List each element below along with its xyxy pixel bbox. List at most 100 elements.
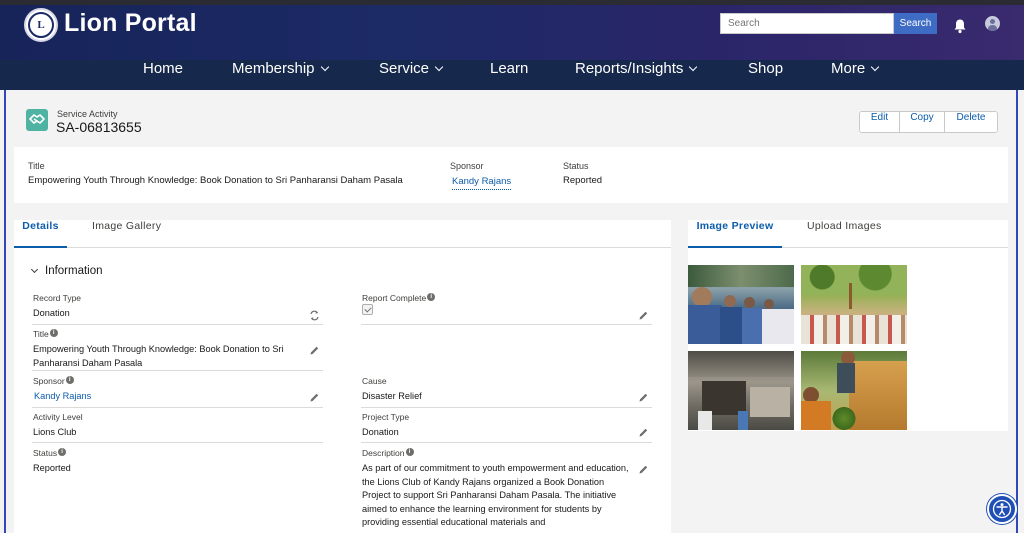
field-cause: Cause Disaster Relief <box>361 376 652 408</box>
pencil-icon[interactable] <box>638 427 649 438</box>
field-value: Donation <box>33 308 70 318</box>
tab-image-gallery[interactable]: Image Gallery <box>92 220 161 248</box>
field-value: Reported <box>33 463 71 473</box>
field-title: Title i Empowering Youth Through Knowledg… <box>32 329 323 371</box>
field-label-text: Title <box>33 329 49 339</box>
handshake-icon <box>29 114 45 124</box>
photo-thumbnail[interactable] <box>688 265 794 344</box>
logo-letter: L <box>28 12 54 38</box>
nav-label: Reports/Insights <box>575 60 684 77</box>
record-object-label: Service Activity <box>57 109 118 119</box>
highlight-title-value: Empowering Youth Through Knowledge: Book… <box>28 175 403 186</box>
info-icon[interactable]: i <box>427 293 436 301</box>
field-value: Disaster Relief <box>362 391 422 401</box>
nav-item-more[interactable]: More <box>831 60 880 90</box>
info-icon[interactable]: i <box>58 448 67 456</box>
section-title: Information <box>45 265 103 277</box>
photo-thumbnail[interactable] <box>801 351 907 430</box>
field-status: Status i Reported <box>32 448 323 533</box>
search-input[interactable] <box>720 13 894 34</box>
delete-button[interactable]: Delete <box>945 112 997 132</box>
highlights-panel: Title Empowering Youth Through Knowledge… <box>14 147 1008 203</box>
chevron-down-icon <box>434 62 444 72</box>
copy-button[interactable]: Copy <box>900 112 945 132</box>
info-icon[interactable]: i <box>65 376 74 384</box>
field-label: Title i <box>33 329 58 339</box>
image-tabs: Image Preview Upload Images <box>688 220 1008 248</box>
details-card: Details Image Gallery Information Record… <box>14 220 671 533</box>
bell-icon[interactable] <box>953 18 967 34</box>
info-icon[interactable]: i <box>405 448 414 456</box>
sponsor-link[interactable]: Kandy Rajans <box>34 390 91 404</box>
nav-label: More <box>831 60 866 77</box>
details-tabs: Details Image Gallery <box>14 220 671 248</box>
field-label-text: Sponsor <box>33 376 65 386</box>
tab-upload-images[interactable]: Upload Images <box>807 220 882 248</box>
chevron-down-icon <box>689 62 698 72</box>
field-label: Record Type <box>33 293 82 303</box>
sponsor-link-text[interactable]: Kandy Rajans <box>452 176 512 190</box>
field-sponsor: Sponsor i Kandy Rajans <box>32 376 323 408</box>
report-complete-checkbox <box>362 304 373 315</box>
field-label: Sponsor i <box>33 376 74 386</box>
accessibility-button[interactable] <box>987 494 1017 524</box>
edit-button[interactable]: Edit <box>860 112 900 132</box>
photo-thumbnail[interactable] <box>688 351 794 430</box>
field-value: Lions Club <box>33 427 77 437</box>
field-report-complete: Report Complete i <box>361 293 652 325</box>
chevron-down-icon <box>30 265 39 274</box>
record-actions: Edit Copy Delete <box>859 111 998 133</box>
pencil-icon[interactable] <box>638 392 649 403</box>
field-label: Project Type <box>362 412 410 422</box>
search-button[interactable]: Search <box>894 13 937 34</box>
field-label: Description i <box>362 448 414 458</box>
field-label: Status i <box>33 448 67 458</box>
lions-logo-icon[interactable]: L <box>24 8 58 42</box>
field-label-text: Description <box>362 448 405 458</box>
photo-thumbnail[interactable] <box>801 265 907 344</box>
nav-label: Home <box>143 60 184 77</box>
nav-item-service[interactable]: Service <box>379 60 444 90</box>
tab-details[interactable]: Details <box>14 220 67 248</box>
field-value: As part of our commitment to youth empow… <box>362 463 629 527</box>
app-title[interactable]: Lion Portal <box>64 9 197 38</box>
nav-label: Shop <box>748 60 784 77</box>
nav-item-shop[interactable]: Shop <box>748 60 783 90</box>
pencil-icon[interactable] <box>309 392 320 403</box>
record-id: SA-06813655 <box>56 119 142 135</box>
highlight-title-label: Title <box>28 161 45 171</box>
nav-label: Learn <box>490 60 529 77</box>
field-description: Description i As part of our commitment t… <box>361 448 652 533</box>
highlight-status-label: Status <box>563 161 589 171</box>
main-navigation: Home Membership Service Learn Reports/In… <box>0 60 1024 90</box>
info-icon[interactable]: i <box>49 329 58 337</box>
field-label: Activity Level <box>33 412 83 422</box>
nav-label: Membership <box>232 60 315 77</box>
field-project-type: Project Type Donation <box>361 412 652 443</box>
nav-item-reports[interactable]: Reports/Insights <box>575 60 698 90</box>
section-information[interactable]: Information <box>30 265 103 277</box>
highlight-sponsor-link[interactable]: Kandy Rajans <box>452 176 512 190</box>
service-activity-icon <box>26 109 48 131</box>
highlight-sponsor-label: Sponsor <box>450 161 484 171</box>
nav-item-home[interactable]: Home <box>143 60 183 90</box>
pencil-icon[interactable] <box>638 464 649 475</box>
field-label-text: Status <box>33 448 58 458</box>
pencil-icon[interactable] <box>309 345 320 356</box>
chevron-down-icon <box>870 62 880 72</box>
tab-image-preview[interactable]: Image Preview <box>688 220 782 248</box>
field-label: Cause <box>362 376 387 386</box>
image-panel: Image Preview Upload Images <box>688 220 1008 431</box>
pencil-icon[interactable] <box>638 310 649 321</box>
profile-avatar-icon[interactable] <box>985 16 1000 31</box>
change-record-type-icon[interactable] <box>309 310 320 321</box>
field-label-text: Report Complete <box>362 293 427 303</box>
nav-label: Service <box>379 60 430 77</box>
highlight-status-value: Reported <box>563 175 603 186</box>
field-activity-level: Activity Level Lions Club <box>32 412 323 443</box>
field-value: Donation <box>362 427 399 437</box>
nav-item-membership[interactable]: Membership <box>232 60 329 90</box>
nav-item-learn[interactable]: Learn <box>490 60 528 90</box>
field-record-type: Record Type Donation <box>32 293 323 325</box>
chevron-down-icon <box>320 62 329 72</box>
